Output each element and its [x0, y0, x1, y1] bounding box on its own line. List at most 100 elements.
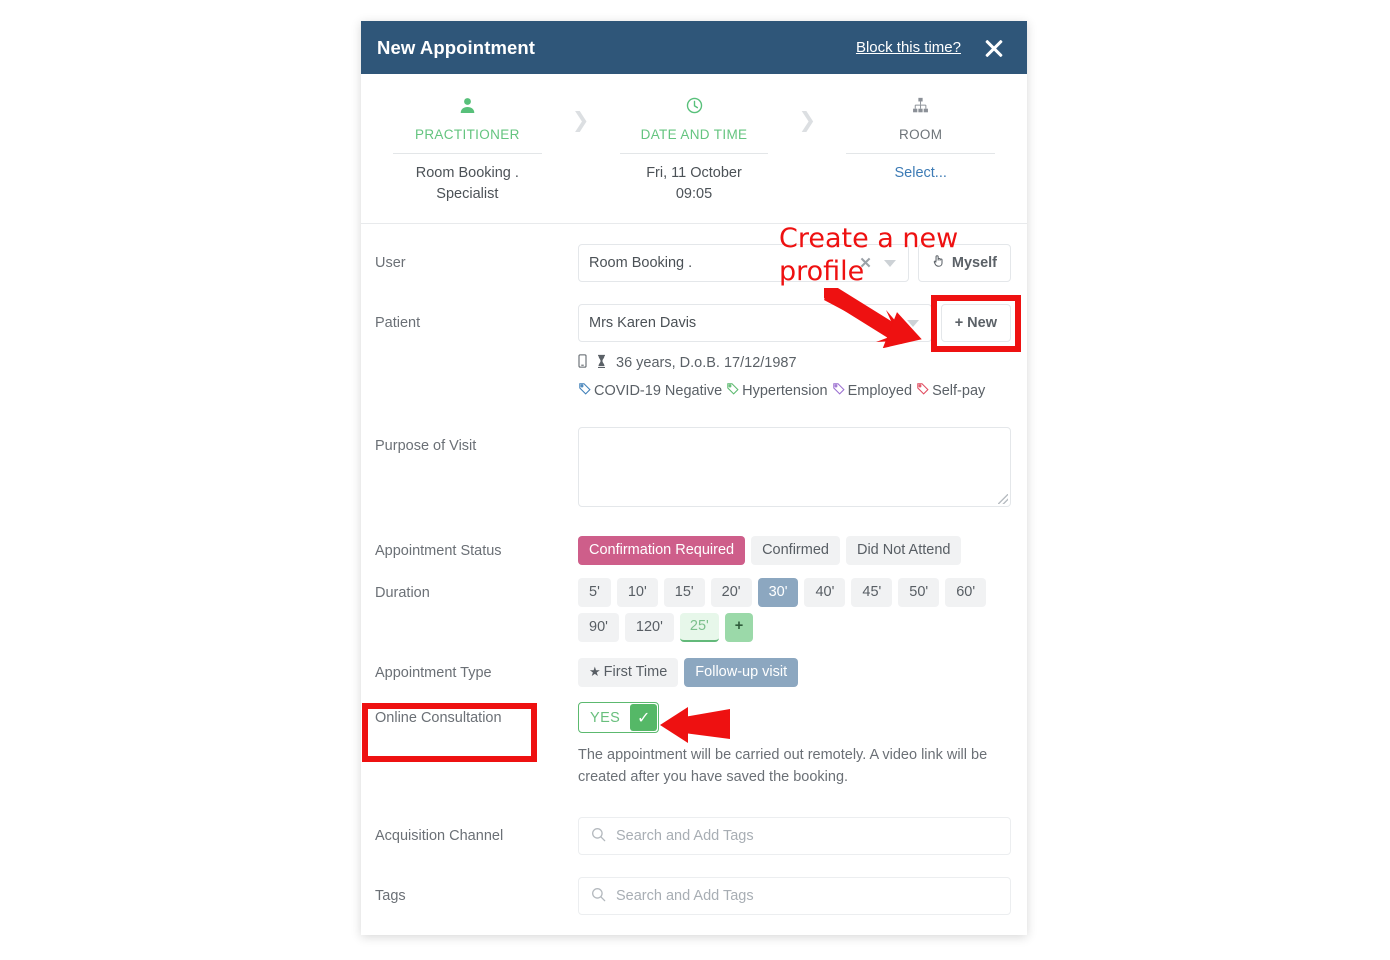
step-date-value-line2: 09:05: [675, 186, 713, 202]
row-user: User Room Booking . ✕ Myself: [375, 244, 1011, 282]
clock-icon: [598, 96, 791, 122]
step-practitioner-value-line1: Room Booking .: [415, 165, 519, 181]
chevron-down-icon[interactable]: [883, 259, 896, 267]
clear-icon[interactable]: ✕: [855, 254, 880, 272]
appointment-type-options: ★ First Time Follow-up visit: [578, 654, 1011, 687]
tags-body: Search and Add Tags: [578, 877, 1011, 915]
patient-select[interactable]: Mrs Karen Davis: [578, 304, 932, 342]
step-date-and-time-value: Fri, 11 October 09:05: [598, 163, 791, 205]
duration-option-50[interactable]: 50': [898, 578, 940, 607]
duration-option-20[interactable]: 20': [710, 578, 752, 607]
step-date-and-time[interactable]: DATE AND TIME Fri, 11 October 09:05: [598, 96, 791, 205]
hand-pointer-icon: [932, 254, 945, 272]
chevron-right-icon: ❯: [798, 109, 817, 132]
user-select[interactable]: Room Booking . ✕: [578, 244, 909, 282]
status-option-confirmed[interactable]: Confirmed: [751, 536, 840, 565]
step-divider: [393, 153, 542, 154]
duration-option-120[interactable]: 120': [624, 613, 674, 642]
row-online-consultation: Online Consultation YES ✓ The appointmen…: [375, 699, 1011, 788]
purpose-of-visit-input[interactable]: [578, 427, 1011, 507]
block-this-time-link[interactable]: Block this time?: [856, 39, 961, 56]
duration-option-10[interactable]: 10': [616, 578, 658, 607]
new-appointment-modal: New Appointment Block this time? PRACTIT…: [361, 21, 1027, 935]
step-room-label: ROOM: [898, 127, 943, 142]
duration-option-45[interactable]: 45': [851, 578, 893, 607]
patient-label: Patient: [375, 315, 421, 331]
check-icon: ✓: [630, 704, 658, 731]
duration-option-5[interactable]: 5': [578, 578, 611, 607]
online-consultation-toggle-label: YES: [590, 709, 621, 726]
tag-icon: [832, 382, 846, 398]
row-patient: Patient Mrs Karen Davis + New 36 years, …: [375, 304, 1011, 403]
patient-tag[interactable]: Self-pay: [916, 383, 985, 399]
appointment-type-follow-up[interactable]: Follow-up visit: [684, 658, 799, 687]
patient-select-value: Mrs Karen Davis: [589, 315, 697, 331]
duration-body: 5' 10' 15' 20' 30' 40' 45' 50' 60' 90' 1…: [578, 574, 1011, 642]
patient-tag-label: COVID-19 Negative: [594, 383, 723, 399]
step-practitioner[interactable]: PRACTITIONER Room Booking . Specialist: [371, 96, 564, 205]
page-title: New Appointment: [377, 36, 536, 58]
duration-option-60[interactable]: 60': [945, 578, 987, 607]
tag-icon: [726, 382, 740, 398]
tag-icon: [916, 382, 930, 398]
step-room-value[interactable]: Select...: [824, 163, 1017, 184]
row-duration: Duration 5' 10' 15' 20' 30' 40' 45' 50' …: [375, 574, 1011, 642]
acquisition-channel-body: Search and Add Tags: [578, 817, 1011, 855]
appointment-form: User Room Booking . ✕ Myself Patient Mrs…: [361, 224, 1027, 915]
tags-input[interactable]: Search and Add Tags: [578, 877, 1011, 915]
patient-tag[interactable]: COVID-19 Negative: [578, 383, 722, 399]
duration-option-15[interactable]: 15': [663, 578, 705, 607]
user-select-wrap: Room Booking . ✕ Myself: [578, 244, 1011, 282]
duration-option-90[interactable]: 90': [578, 613, 619, 642]
step-divider: [846, 153, 996, 154]
resize-handle[interactable]: [998, 494, 1008, 504]
appointment-type-label: Appointment Type: [375, 665, 492, 681]
acquisition-channel-label: Acquisition Channel: [375, 828, 504, 844]
patient-age-line: 36 years, D.o.B. 17/12/1987: [578, 351, 1011, 375]
myself-button[interactable]: Myself: [917, 244, 1011, 282]
chevron-right-icon: ❯: [571, 109, 590, 132]
row-tags: Tags Search and Add Tags: [375, 877, 1011, 915]
chevron-down-icon[interactable]: [906, 319, 919, 327]
patient-meta: 36 years, D.o.B. 17/12/1987 COVID-19 Neg…: [578, 351, 1011, 403]
user-icon: [371, 96, 564, 122]
appointment-type-body: ★ First Time Follow-up visit: [578, 654, 1011, 687]
appointment-status-body: Confirmation Required Confirmed Did Not …: [578, 532, 1011, 565]
tags-label: Tags: [375, 888, 406, 904]
step-date-value-line1: Fri, 11 October: [646, 165, 742, 181]
purpose-of-visit-label: Purpose of Visit: [375, 438, 477, 454]
user-select-value: Room Booking .: [589, 255, 693, 271]
tag-icon: [578, 382, 592, 398]
duration-option-30[interactable]: 30': [757, 578, 799, 607]
status-option-confirmation-required[interactable]: Confirmation Required: [578, 536, 746, 565]
acquisition-channel-placeholder: Search and Add Tags: [616, 828, 754, 844]
patient-tag[interactable]: Hypertension: [726, 382, 828, 399]
duration-add-button[interactable]: +: [724, 613, 754, 642]
myself-button-label: Myself: [951, 255, 997, 271]
purpose-of-visit-body: [578, 427, 1011, 507]
duration-custom-value[interactable]: 25': [679, 613, 719, 642]
appointment-status-options: Confirmation Required Confirmed Did Not …: [578, 532, 1011, 565]
online-consultation-note: The appointment will be carried out remo…: [578, 747, 988, 785]
online-consultation-body: YES ✓ The appointment will be carried ou…: [578, 699, 1011, 788]
online-consultation-toggle[interactable]: YES ✓: [578, 702, 660, 733]
acquisition-channel-input[interactable]: Search and Add Tags: [578, 817, 1011, 855]
appointment-type-first-time[interactable]: ★ First Time: [578, 658, 679, 687]
online-consultation-label: Online Consultation: [375, 710, 502, 726]
patient-tag-label: Hypertension: [742, 383, 828, 399]
patient-tag-list: COVID-19 Negative Hypertension Employed Sel…: [578, 379, 1011, 403]
user-body: Room Booking . ✕ Myself: [578, 244, 1011, 282]
new-patient-button[interactable]: + New: [940, 304, 1011, 342]
close-icon[interactable]: [983, 37, 1005, 59]
status-option-did-not-attend[interactable]: Did Not Attend: [845, 536, 962, 565]
patient-body: Mrs Karen Davis + New 36 years, D.o.B. 1…: [578, 304, 1011, 403]
duration-option-40[interactable]: 40': [804, 578, 846, 607]
user-label: User: [375, 255, 406, 271]
patient-select-wrap: Mrs Karen Davis + New: [578, 304, 1011, 342]
step-practitioner-value: Room Booking . Specialist: [371, 163, 564, 205]
row-acquisition-channel: Acquisition Channel Search and Add Tags: [375, 817, 1011, 855]
patient-tag-label: Employed: [847, 383, 913, 399]
patient-tag[interactable]: Employed: [832, 383, 912, 399]
mobile-phone-icon: [578, 351, 587, 375]
step-room[interactable]: ROOM Select...: [824, 96, 1017, 184]
